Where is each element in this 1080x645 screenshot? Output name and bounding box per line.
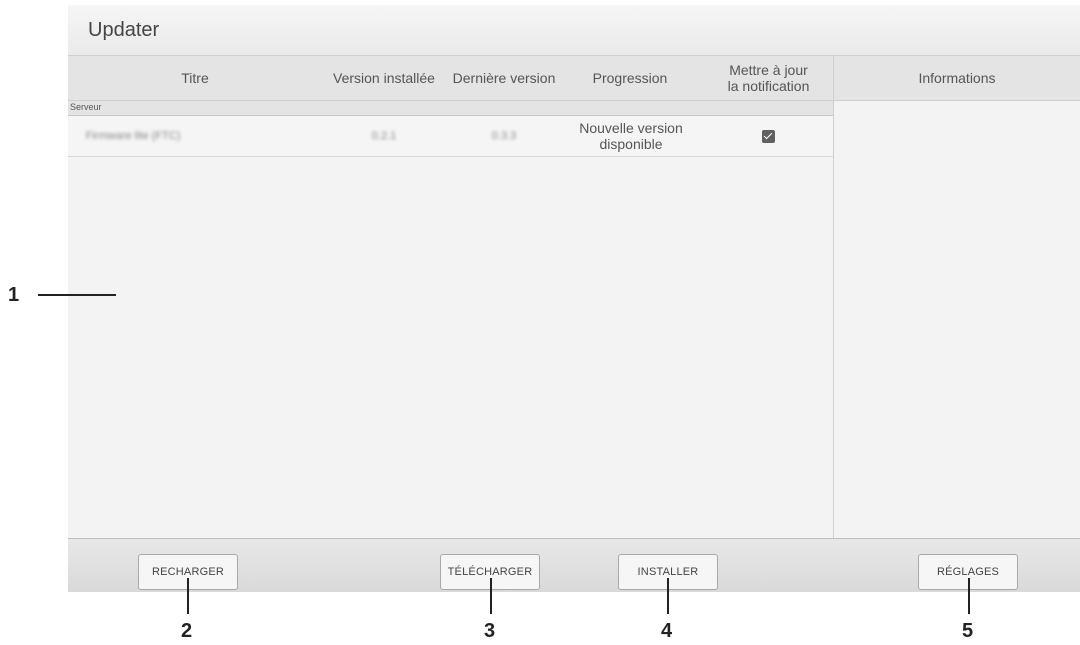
row-title: Firmware lite (FTC) <box>85 130 181 142</box>
panel-divider <box>833 56 834 538</box>
row-installed-version: 0.2.1 <box>371 130 397 142</box>
row-latest-version: 0.3.3 <box>491 130 517 142</box>
callout-1: 1 <box>8 284 20 306</box>
title-bar: Updater <box>68 5 1080 56</box>
column-header-progress[interactable]: Progression <box>562 56 698 100</box>
callout-1-leader <box>38 294 116 296</box>
info-panel-header: Informations <box>834 56 1080 101</box>
group-label: Serveur <box>70 102 102 112</box>
column-header-notification[interactable]: Mettre à jour la notification <box>704 56 833 100</box>
callout-3-leader <box>490 578 492 614</box>
row-progress: Nouvelle version disponible <box>579 120 683 152</box>
updater-window: Updater Titre Version installée Dernière… <box>68 5 1080 592</box>
column-header-title[interactable]: Titre <box>68 56 322 100</box>
group-row-server: Serveur <box>68 101 833 116</box>
footer-toolbar: RECHARGER TÉLÉCHARGER INSTALLER RÉGLAGES <box>68 538 1080 592</box>
table-row[interactable]: Firmware lite (FTC) 0.2.1 0.3.3 Nouvelle… <box>68 116 833 157</box>
row-notify-cell <box>704 116 833 156</box>
column-header-installed-version[interactable]: Version installée <box>322 56 446 100</box>
callout-2-leader <box>187 578 189 614</box>
table-header: Titre Version installée Dernière version… <box>68 56 833 101</box>
window-title: Updater <box>88 19 160 41</box>
callout-4-leader <box>667 578 669 614</box>
callout-5: 5 <box>962 620 974 642</box>
column-header-latest-version[interactable]: Dernière version <box>446 56 562 100</box>
callout-3: 3 <box>484 620 496 642</box>
callout-4: 4 <box>661 620 673 642</box>
callout-5-leader <box>968 578 970 614</box>
notify-checkbox[interactable] <box>762 129 775 143</box>
callout-2: 2 <box>181 620 193 642</box>
